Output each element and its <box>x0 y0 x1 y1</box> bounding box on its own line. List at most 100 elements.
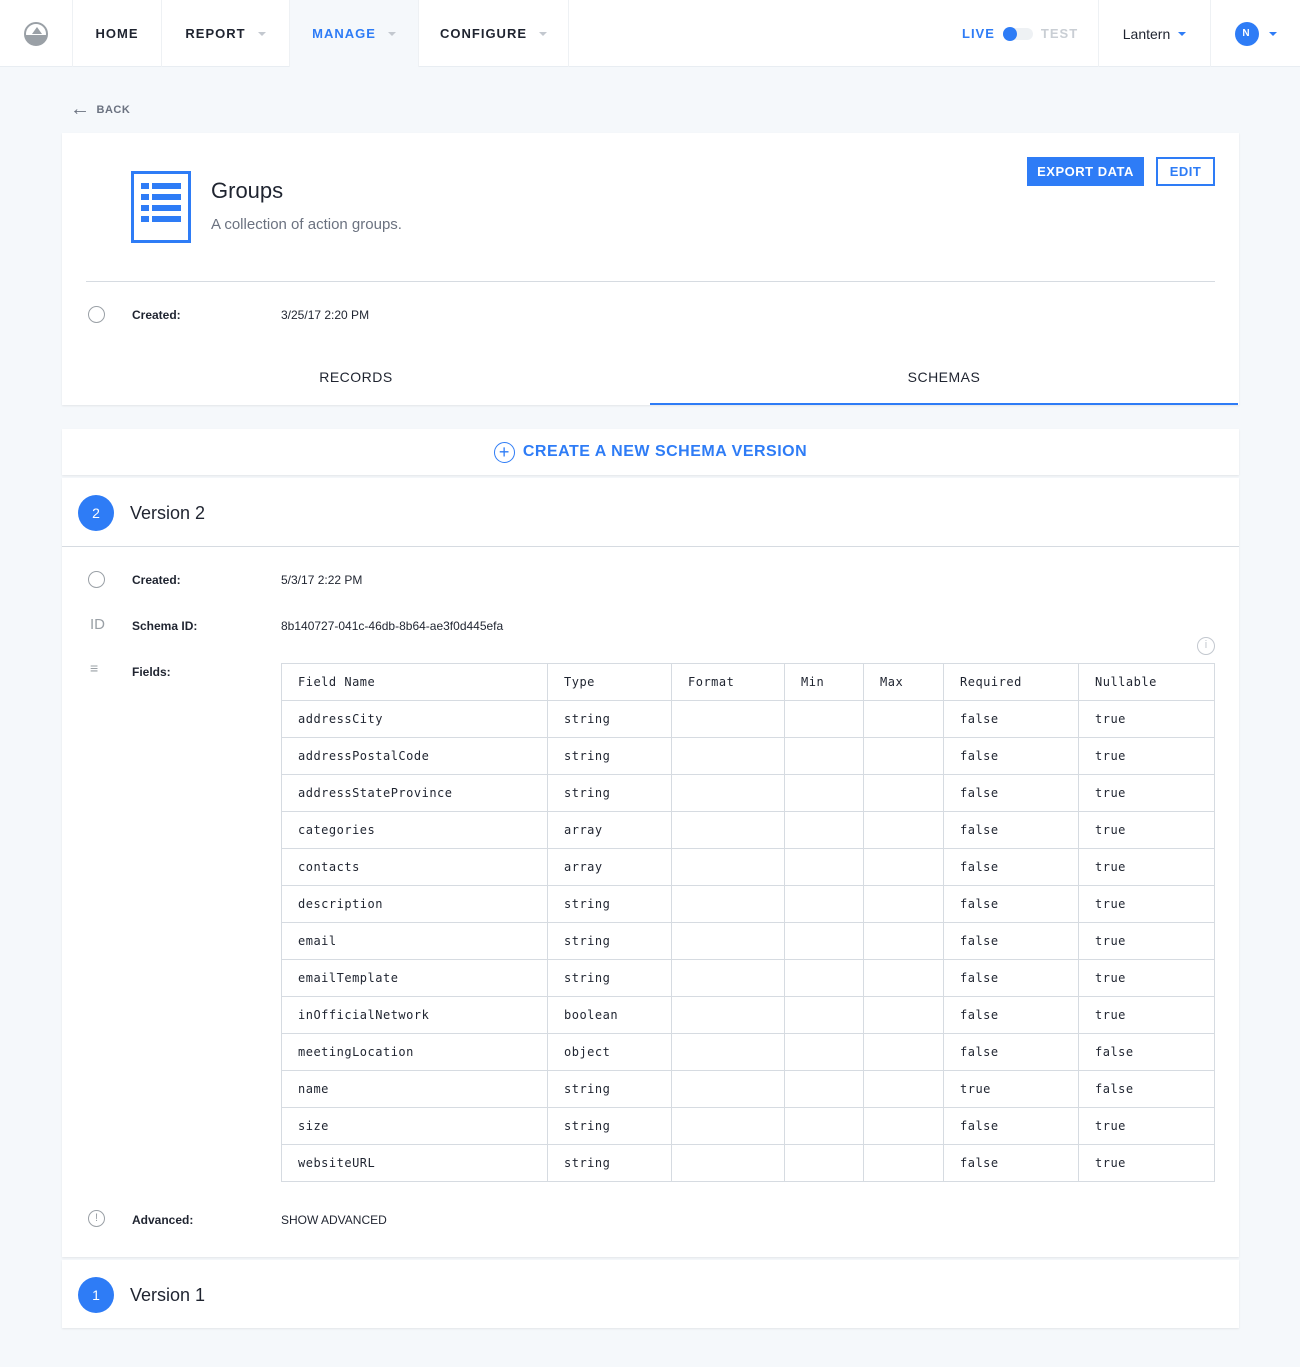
table-cell: true <box>1078 737 1215 775</box>
tab-schemas[interactable]: SCHEMAS <box>650 357 1238 405</box>
org-name: Lantern <box>1122 25 1171 42</box>
table-header-row: Field Name Type Format Min Max Required Nullab… <box>281 663 1215 701</box>
table-row: addressCity string false true <box>281 700 1215 738</box>
toggle-switch[interactable] <box>1002 26 1033 41</box>
nav-report[interactable]: REPORT <box>161 0 289 67</box>
table-cell <box>863 811 944 849</box>
table-row: addressStateProvince string false true <box>281 774 1215 812</box>
created-label: Created: <box>132 573 181 587</box>
table-cell <box>671 959 785 997</box>
list-icon: ≡ <box>90 660 99 676</box>
version-title[interactable]: Version 2 <box>130 503 205 524</box>
nav-home[interactable]: HOME <box>72 0 161 67</box>
divider <box>62 546 1239 547</box>
table-cell: true <box>1078 959 1215 997</box>
plus-circle-icon: + <box>493 441 515 463</box>
table-cell: categories <box>281 811 548 849</box>
live-label: LIVE <box>962 26 995 41</box>
table-cell <box>863 774 944 812</box>
table-cell: true <box>1078 996 1215 1034</box>
user-menu[interactable]: N <box>1211 0 1300 67</box>
table-cell <box>863 922 944 960</box>
advanced-label: Advanced: <box>132 1213 194 1227</box>
table-cell <box>784 1144 864 1182</box>
list-document-icon <box>131 171 191 243</box>
table-cell: false <box>943 848 1079 886</box>
info-icon[interactable]: i <box>1197 637 1215 655</box>
live-test-toggle[interactable]: LIVE TEST <box>962 26 1078 41</box>
table-cell <box>671 1144 785 1182</box>
schema-id-label: Schema ID: <box>132 619 198 633</box>
alert-circle-icon: ! <box>88 1210 105 1227</box>
nav-configure[interactable]: CONFIGURE <box>418 0 569 67</box>
nav-label: MANAGE <box>312 26 376 41</box>
nav-manage[interactable]: MANAGE <box>289 0 418 67</box>
export-data-button[interactable]: EXPORT DATA <box>1027 157 1144 186</box>
table-cell <box>863 1107 944 1145</box>
table-cell: inOfficialNetwork <box>281 996 548 1034</box>
table-row: categories array false true <box>281 811 1215 849</box>
table-cell: contacts <box>281 848 548 886</box>
table-cell: true <box>1078 885 1215 923</box>
back-label: BACK <box>96 103 131 116</box>
table-cell: true <box>1078 700 1215 738</box>
table-cell: string <box>547 700 672 738</box>
column-header: Nullable <box>1078 663 1215 701</box>
table-cell: false <box>1078 1070 1215 1108</box>
table-cell: false <box>1078 1033 1215 1071</box>
back-link[interactable]: ← BACK <box>70 98 130 121</box>
avatar: N <box>1234 21 1259 46</box>
version-1-card[interactable]: 1 Version 1 <box>62 1260 1239 1328</box>
table-cell: string <box>547 959 672 997</box>
table-cell <box>671 885 785 923</box>
table-cell: name <box>281 1070 548 1108</box>
table-cell <box>671 1070 785 1108</box>
table-cell <box>784 700 864 738</box>
column-header: Format <box>671 663 785 701</box>
table-row: contacts array false true <box>281 848 1215 886</box>
table-cell: false <box>943 922 1079 960</box>
tab-records[interactable]: RECORDS <box>62 357 650 405</box>
top-nav: HOME REPORT MANAGE CONFIGURE LIVE TEST La… <box>0 0 1300 67</box>
column-header: Field Name <box>281 663 548 701</box>
chevron-down-icon <box>257 31 266 36</box>
table-row: addressPostalCode string false true <box>281 737 1215 775</box>
table-cell: true <box>1078 1144 1215 1182</box>
created-value: 5/3/17 2:22 PM <box>281 573 363 587</box>
divider <box>86 281 1215 282</box>
table-cell: true <box>1078 774 1215 812</box>
chevron-down-icon <box>387 31 396 36</box>
version-badge: 1 <box>78 1277 114 1313</box>
table-cell: false <box>943 996 1079 1034</box>
create-schema-version-button[interactable]: + CREATE A NEW SCHEMA VERSION <box>62 429 1239 475</box>
table-cell <box>784 1070 864 1108</box>
fields-table: Field Name Type Format Min Max Required Nullab… <box>281 663 1215 1182</box>
table-cell <box>784 1033 864 1071</box>
table-cell <box>671 1107 785 1145</box>
table-cell <box>784 811 864 849</box>
column-header: Min <box>784 663 864 701</box>
show-advanced-link[interactable]: SHOW ADVANCED <box>281 1213 387 1227</box>
fields-label: Fields: <box>132 665 171 679</box>
table-cell: false <box>943 1107 1079 1145</box>
table-row: email string false true <box>281 922 1215 960</box>
table-cell: string <box>547 737 672 775</box>
table-cell <box>863 1144 944 1182</box>
table-cell <box>784 996 864 1034</box>
edit-button[interactable]: EDIT <box>1156 157 1215 186</box>
create-label: CREATE A NEW SCHEMA VERSION <box>522 443 808 460</box>
page-description: A collection of action groups. <box>211 216 402 233</box>
logo-icon[interactable] <box>24 22 48 46</box>
org-dropdown[interactable]: Lantern <box>1098 0 1211 67</box>
version-badge: 2 <box>78 495 114 531</box>
table-cell <box>671 774 785 812</box>
table-cell <box>784 922 864 960</box>
test-label: TEST <box>1040 26 1079 41</box>
created-value: 3/25/17 2:20 PM <box>281 308 370 322</box>
chevron-down-icon <box>1178 31 1187 36</box>
page-title: Groups <box>211 178 284 203</box>
table-cell <box>863 959 944 997</box>
version-title[interactable]: Version 1 <box>130 1285 205 1306</box>
table-cell: string <box>547 1144 672 1182</box>
table-cell: true <box>1078 922 1215 960</box>
